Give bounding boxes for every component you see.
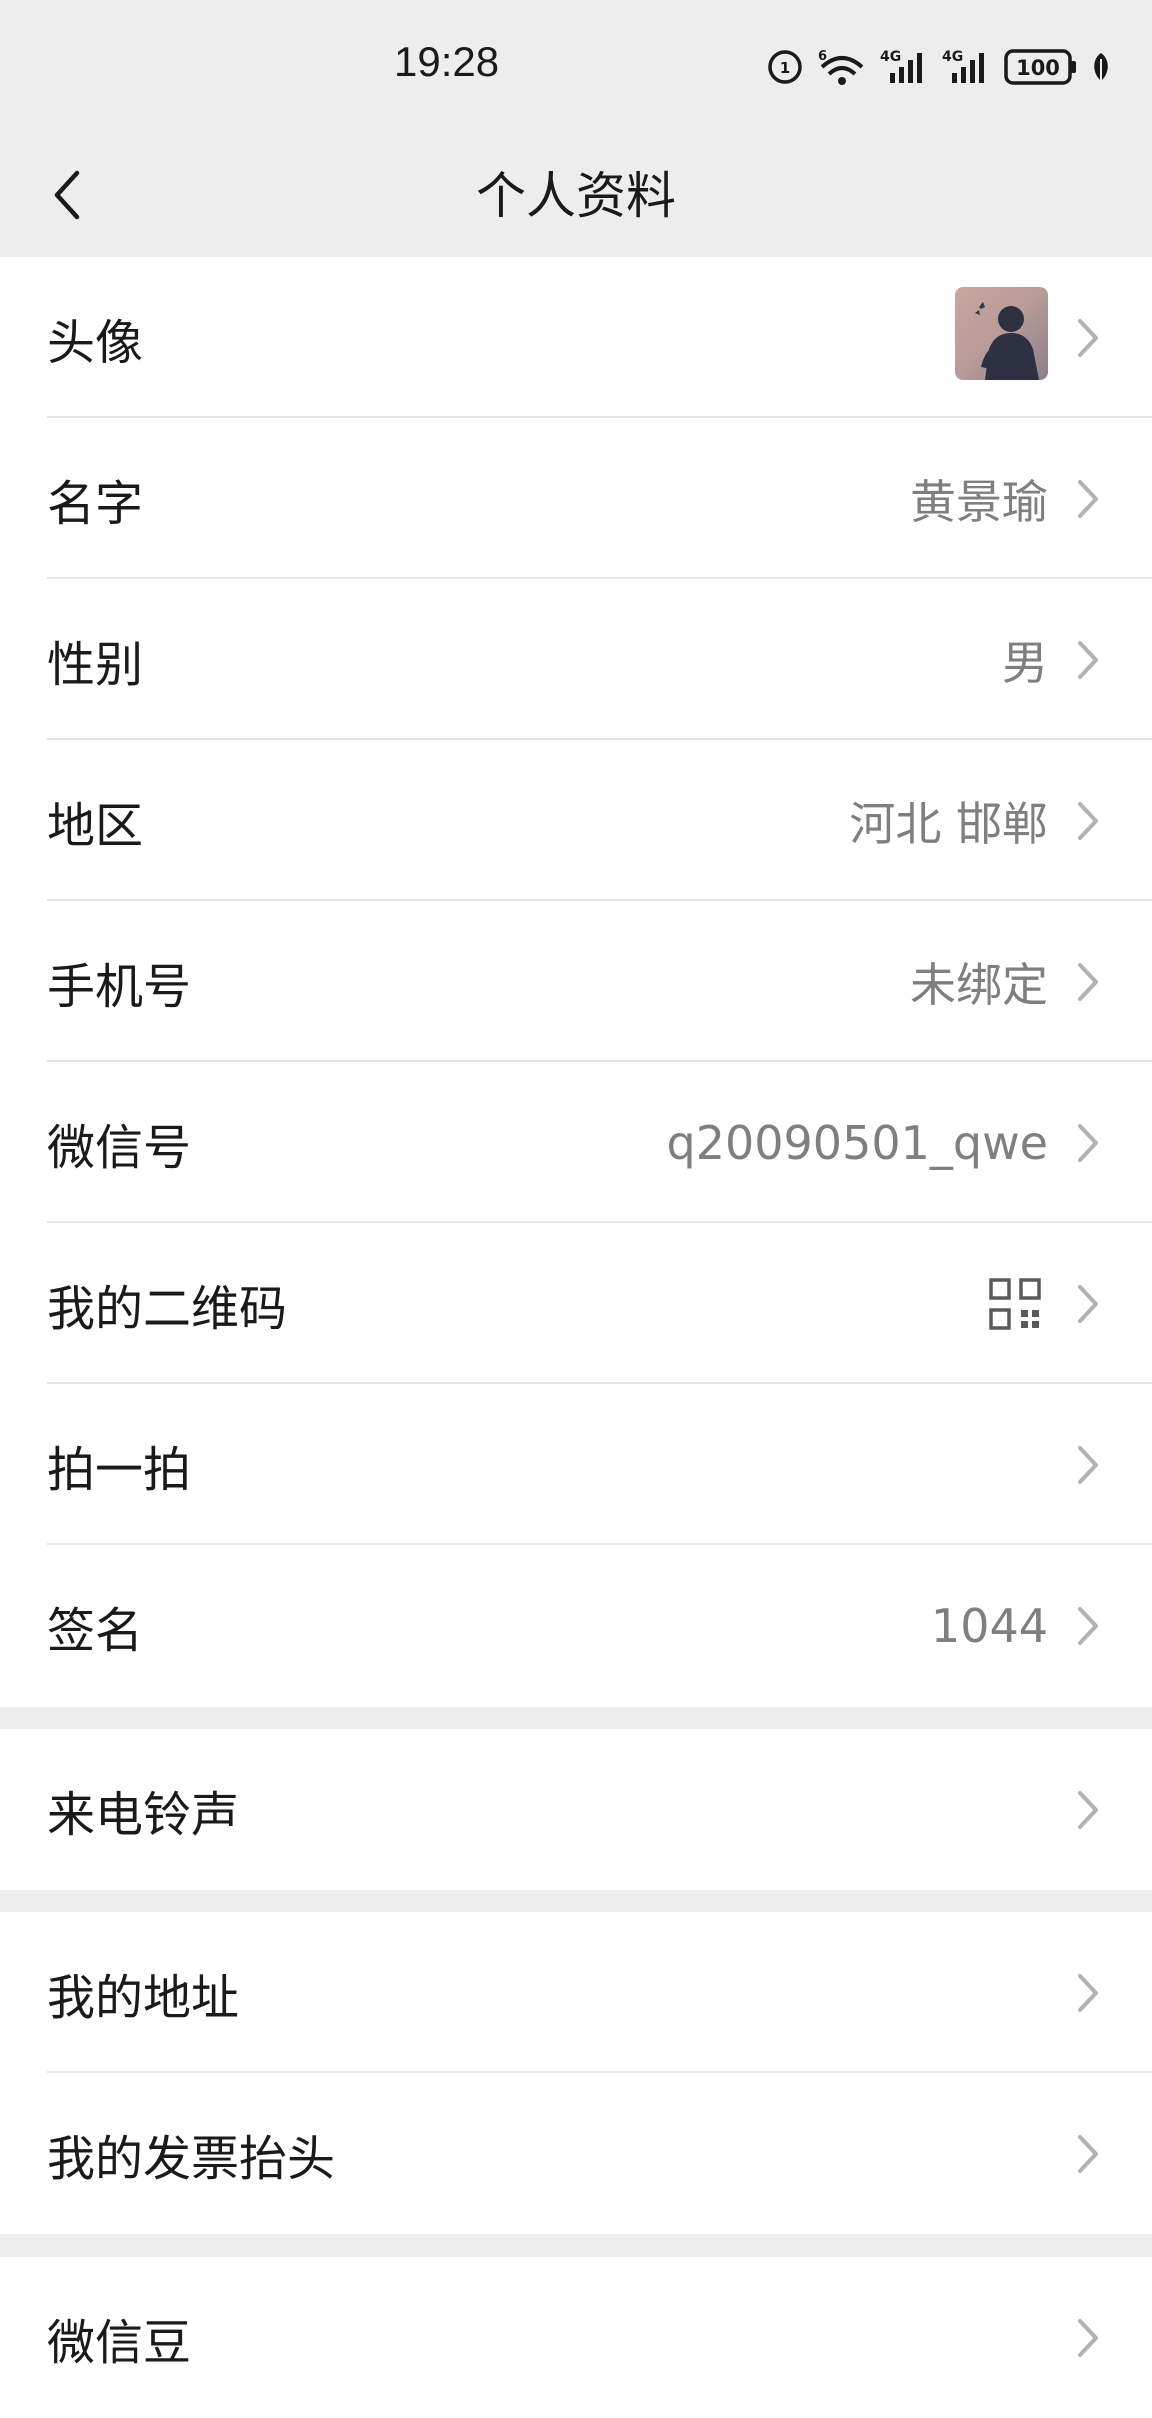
address-section: 我的地址 我的发票抬头 (0, 1912, 1152, 2234)
row-value: 未绑定 (910, 957, 1048, 1012)
profile-row-signature[interactable]: 签名 1044 (0, 1545, 1152, 1706)
profile-row-phone[interactable]: 手机号 未绑定 (0, 901, 1152, 1062)
profile-section: 头像 名字 黄景瑜 性别 男 地区 河北 邯郸 手机号 未绑定 微信号 q200… (0, 257, 1152, 1707)
row-value: 男 (1002, 635, 1048, 690)
chevron-right-icon (1078, 1606, 1098, 1645)
beans-section: 微信豆 (0, 2257, 1152, 2418)
chevron-right-icon (1078, 479, 1098, 518)
profile-row-region[interactable]: 地区 河北 邯郸 (0, 740, 1152, 901)
row-label: 来电铃声 (47, 1786, 240, 1843)
chevron-right-icon (1078, 1284, 1098, 1323)
wifi-icon: 6 (818, 49, 864, 85)
profile-row-pat[interactable]: 拍一拍 (0, 1384, 1152, 1545)
row-label: 头像 (47, 314, 144, 371)
power-saving-leaf-icon (1094, 53, 1108, 83)
chevron-right-icon (1078, 801, 1098, 840)
row-my-address[interactable]: 我的地址 (0, 1912, 1152, 2073)
svg-text:4G: 4G (880, 49, 901, 65)
row-value: 1044 (930, 1598, 1048, 1653)
profile-row-name[interactable]: 名字 黄景瑜 (0, 418, 1152, 579)
chevron-right-icon (1078, 640, 1098, 679)
row-ringtone[interactable]: 来电铃声 (0, 1729, 1152, 1890)
status-icons: 1 6 4G 4G 100 (766, 44, 1112, 90)
row-value: 黄景瑜 (910, 474, 1048, 529)
row-label: 地区 (47, 797, 144, 854)
profile-row-wechat-id[interactable]: 微信号 q20090501_qwe (0, 1062, 1152, 1223)
chevron-right-icon (1078, 1973, 1098, 2012)
nav-bar: 个人资料 (0, 132, 1152, 256)
battery-level: 100 (1016, 56, 1060, 80)
status-bar: 19:28 1 6 4G 4G 100 (0, 0, 1152, 132)
signal-4g-icon: 4G (880, 49, 922, 83)
signal-4g-icon-2: 4G (942, 49, 984, 83)
ringtone-section: 来电铃声 (0, 1729, 1152, 1890)
row-label: 拍一拍 (47, 1441, 192, 1498)
profile-row-avatar[interactable]: 头像 (0, 257, 1152, 418)
chevron-right-icon (1078, 318, 1098, 357)
row-wechat-beans[interactable]: 微信豆 (0, 2257, 1152, 2418)
hd-call-icon: 1 (768, 50, 802, 84)
chevron-right-icon (1078, 1790, 1098, 1829)
chevron-right-icon (1078, 2318, 1098, 2357)
profile-row-gender[interactable]: 性别 男 (0, 579, 1152, 740)
chevron-right-icon (1078, 962, 1098, 1001)
row-label: 性别 (47, 636, 144, 693)
svg-text:4G: 4G (942, 49, 963, 65)
page-title: 个人资料 (476, 167, 676, 225)
chevron-right-icon (1078, 1445, 1098, 1484)
row-label: 签名 (47, 1602, 144, 1659)
qr-code-icon (989, 1278, 1041, 1330)
row-label: 微信号 (47, 1119, 192, 1176)
svg-text:1: 1 (780, 59, 790, 77)
row-value: 河北 邯郸 (849, 796, 1048, 851)
row-label: 我的地址 (47, 1969, 240, 2026)
row-invoice-title[interactable]: 我的发票抬头 (0, 2073, 1152, 2234)
profile-row-qr-code[interactable]: 我的二维码 (0, 1223, 1152, 1384)
chevron-right-icon (1078, 1123, 1098, 1162)
row-label: 我的二维码 (47, 1280, 288, 1337)
row-label: 名字 (47, 475, 144, 532)
row-label: 我的发票抬头 (47, 2130, 336, 2187)
row-label: 微信豆 (47, 2314, 192, 2371)
row-label: 手机号 (47, 958, 192, 1015)
avatar (955, 287, 1048, 380)
battery-icon: 100 (1004, 49, 1076, 85)
row-value: q20090501_qwe (666, 1115, 1048, 1170)
status-time: 19:28 (394, 38, 500, 85)
chevron-right-icon (1078, 2134, 1098, 2173)
